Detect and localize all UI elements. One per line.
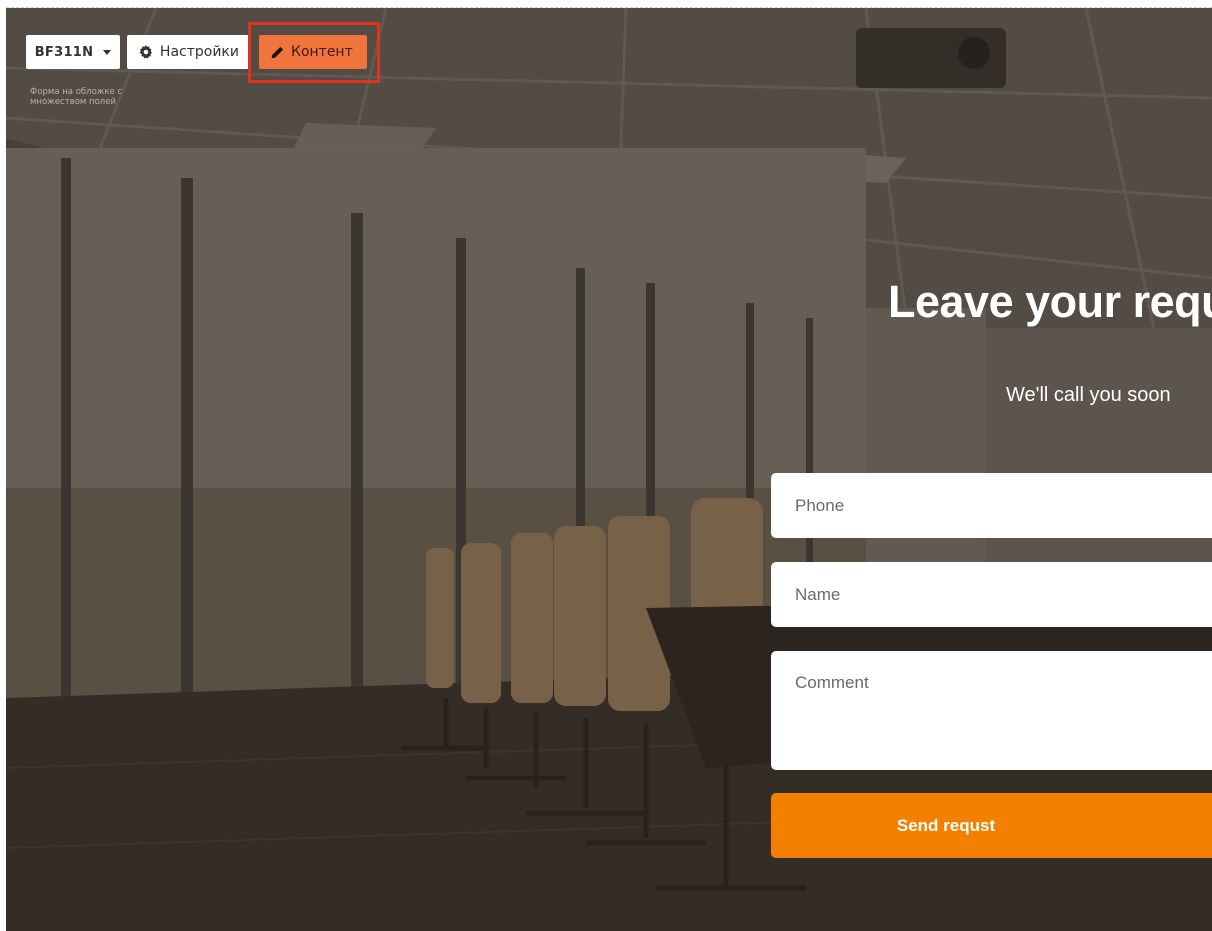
gear-icon xyxy=(139,45,153,59)
caret-down-icon xyxy=(103,49,112,55)
pencil-icon xyxy=(271,46,284,58)
form-title: Leave your requ xyxy=(888,276,1212,327)
content-button[interactable]: Контент xyxy=(259,35,367,69)
settings-label: Настройки xyxy=(159,44,239,60)
form-subtitle: We'll call you soon xyxy=(1006,384,1171,406)
comment-textarea[interactable] xyxy=(771,651,1212,770)
block-id-dropdown[interactable]: BF311N xyxy=(26,35,120,69)
content-label: Контент xyxy=(291,44,353,60)
block-id-label: BF311N xyxy=(34,44,94,60)
block-editor-toolbar: BF311N Настройки Контент xyxy=(26,35,367,69)
name-input[interactable] xyxy=(771,562,1212,627)
send-request-button[interactable]: Send requst xyxy=(771,793,1212,858)
phone-input[interactable] xyxy=(771,473,1212,538)
block-caption: Форма на обложке с множеством полей xyxy=(30,87,123,107)
settings-button[interactable]: Настройки xyxy=(127,35,251,69)
cover-form-block: Leave your requ We'll call you soon Send… xyxy=(6,7,1212,931)
